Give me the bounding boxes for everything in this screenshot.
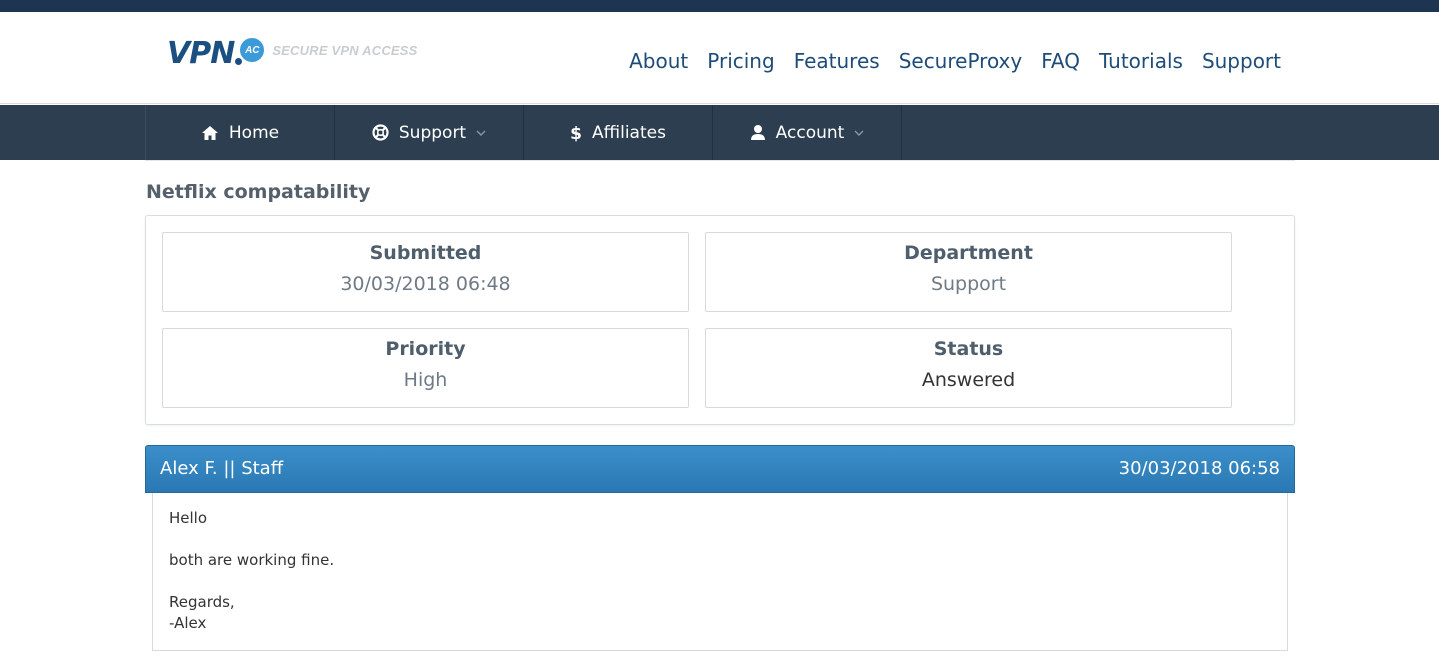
department-label: Department (904, 242, 1033, 264)
main-nav-home-label: Home (228, 122, 280, 143)
main-nav-account-label: Account (775, 122, 845, 143)
status-box: Status Answered (705, 328, 1232, 408)
top-nav-support[interactable]: Support (1202, 48, 1281, 74)
ticket-info-panel: Submitted 30/03/2018 06:48 Department Su… (145, 215, 1295, 425)
main-nav-support-label: Support (398, 122, 467, 143)
logo-text: VPN (167, 35, 235, 71)
top-nav-about[interactable]: About (629, 48, 688, 74)
top-nav-faq[interactable]: FAQ (1041, 48, 1080, 74)
reply-body: Hello both are working fine. Regards, -A… (152, 493, 1288, 651)
svg-text:$: $ (570, 124, 582, 142)
reply-date: 30/03/2018 06:58 (1118, 458, 1280, 479)
main-nav-home[interactable]: Home (146, 105, 335, 160)
top-nav-secureproxy[interactable]: SecureProxy (899, 48, 1023, 74)
site-logo[interactable]: VPN AC SECURE VPN ACCESS (167, 35, 418, 71)
dollar-icon: $ (570, 124, 582, 142)
main-nav-affiliates-label: Affiliates (592, 122, 666, 143)
status-label: Status (933, 338, 1004, 360)
logo-tagline: SECURE VPN ACCESS (272, 42, 418, 58)
divider (145, 160, 1295, 161)
submitted-label: Submitted (369, 242, 482, 264)
main-nav-affiliates[interactable]: $ Affiliates (524, 105, 713, 160)
priority-label: Priority (385, 338, 466, 360)
submitted-value: 30/03/2018 06:48 (340, 273, 511, 295)
user-icon (750, 125, 765, 140)
chevron-down-icon (476, 130, 486, 136)
site-header: VPN AC SECURE VPN ACCESS About Pricing F… (0, 12, 1439, 104)
top-nav-pricing[interactable]: Pricing (707, 48, 774, 74)
reply-line: both are working fine. (169, 551, 335, 569)
reply-line: Regards, (169, 593, 235, 611)
top-nav-features[interactable]: Features (794, 48, 880, 74)
reply-line: -Alex (169, 614, 207, 632)
priority-value: High (403, 369, 448, 391)
home-icon (201, 125, 218, 140)
main-nav-bar: Home Support $ Affiliates Account (0, 105, 1439, 160)
status-value: Answered (921, 369, 1016, 391)
department-value: Support (930, 273, 1007, 295)
top-accent-bar (0, 0, 1439, 12)
ticket-subject: Netflix compatability (146, 181, 371, 203)
priority-box: Priority High (162, 328, 689, 408)
reply-author: Alex F. || Staff (160, 458, 284, 479)
reply-header: Alex F. || Staff 30/03/2018 06:58 (145, 445, 1295, 493)
lifebuoy-icon (372, 124, 389, 141)
top-nav-tutorials[interactable]: Tutorials (1099, 48, 1183, 74)
logo-dot (235, 57, 243, 65)
main-nav-account[interactable]: Account (713, 105, 902, 160)
chevron-down-icon (854, 130, 864, 136)
top-nav: About Pricing Features SecureProxy FAQ T… (610, 48, 1281, 74)
submitted-box: Submitted 30/03/2018 06:48 (162, 232, 689, 312)
department-box: Department Support (705, 232, 1232, 312)
logo-badge: AC (240, 38, 265, 62)
main-nav-support[interactable]: Support (335, 105, 524, 160)
reply-line: Hello (169, 509, 208, 527)
